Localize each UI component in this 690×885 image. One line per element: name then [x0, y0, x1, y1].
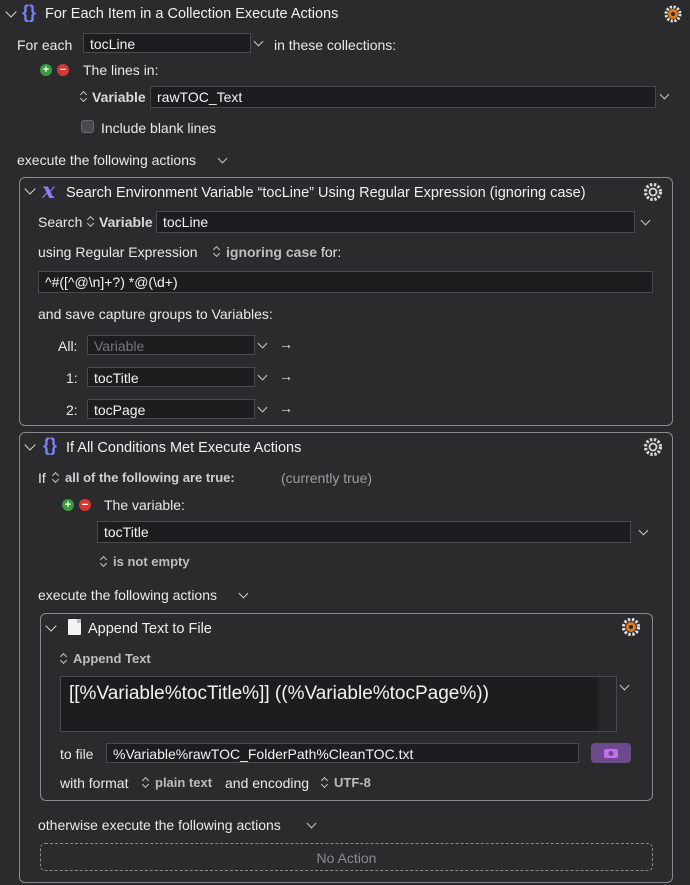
chevron-down-icon[interactable]: [217, 153, 228, 164]
capture-2-field[interactable]: tocPage: [87, 399, 255, 419]
for-label: for:: [321, 244, 342, 260]
capture-label-all: All:: [58, 338, 78, 354]
for-each-variable-field[interactable]: tocLine: [83, 33, 251, 53]
gear-icon[interactable]: [642, 436, 664, 458]
arrow-right-icon[interactable]: →: [279, 336, 293, 352]
arrow-right-icon[interactable]: →: [279, 368, 293, 384]
add-collection-icon[interactable]: +: [40, 64, 52, 76]
action-title: For Each Item in a Collection Execute Ac…: [45, 6, 339, 22]
include-blank-label: Include blank lines: [101, 120, 217, 136]
remove-condition-icon[interactable]: −: [79, 499, 91, 511]
include-blank-checkbox[interactable]: [81, 120, 94, 133]
braces-icon: {}: [43, 435, 58, 455]
gear-icon[interactable]: [663, 4, 683, 24]
updown-arrows-icon[interactable]: [142, 775, 150, 789]
source-variable-field[interactable]: rawTOC_Text: [150, 86, 656, 108]
arrow-right-icon[interactable]: →: [279, 400, 293, 416]
execute-actions-label: execute the following actions: [17, 152, 196, 168]
file-path-field[interactable]: %Variable%rawTOC_FolderPath%CleanTOC.txt: [106, 743, 579, 763]
encoding-popup[interactable]: UTF-8: [334, 775, 371, 790]
gear-icon[interactable]: [642, 181, 664, 203]
capture-groups-label: and save capture groups to Variables:: [38, 306, 273, 322]
append-text-area[interactable]: [[%Variable%tocTitle%]] ((%Variable%tocP…: [60, 676, 617, 732]
updown-arrows-icon[interactable]: [213, 244, 221, 258]
search-label: Search: [38, 214, 83, 230]
for-each-label: For each: [17, 37, 73, 53]
updown-arrows-icon[interactable]: [60, 651, 68, 665]
capture-label-1: 1:: [66, 370, 78, 386]
capture-all-field[interactable]: Variable: [87, 335, 255, 355]
updown-arrows-icon[interactable]: [100, 554, 108, 568]
document-icon: [68, 619, 81, 635]
search-source-field[interactable]: tocLine: [156, 211, 635, 233]
lines-in-label: The lines in:: [83, 62, 159, 78]
camera-icon: [604, 749, 618, 758]
case-option-popup[interactable]: ignoring case: [226, 244, 317, 260]
condition-variable-field[interactable]: tocTitle: [97, 521, 631, 543]
remove-collection-icon[interactable]: −: [57, 64, 69, 76]
regex-field[interactable]: ^#([^@\n]+?) *@(\d+): [38, 271, 653, 293]
append-action-title: Append Text to File: [88, 621, 212, 637]
if-label: If: [38, 470, 46, 486]
capture-1-field[interactable]: tocTitle: [87, 367, 255, 387]
add-condition-icon[interactable]: +: [62, 499, 74, 511]
using-regex-label: using Regular Expression: [38, 244, 198, 260]
search-action-title: Search Environment Variable “tocLine” Us…: [66, 185, 586, 201]
updown-arrows-icon[interactable]: [87, 214, 95, 228]
if-execute-label: execute the following actions: [38, 587, 217, 603]
capture-label-2: 2:: [66, 402, 78, 418]
to-file-label: to file: [60, 746, 94, 762]
source-type-popup[interactable]: Variable: [92, 89, 146, 105]
otherwise-label: otherwise execute the following actions: [38, 817, 281, 833]
gear-icon[interactable]: [620, 616, 642, 638]
updown-arrows-icon[interactable]: [52, 470, 60, 484]
append-mode-popup[interactable]: Append Text: [73, 651, 151, 666]
format-popup[interactable]: plain text: [155, 775, 212, 790]
search-source-type-popup[interactable]: Variable: [99, 214, 153, 230]
if-action-title: If All Conditions Met Execute Actions: [66, 440, 302, 456]
collapse-disclosure-icon[interactable]: [5, 6, 17, 18]
condition-mode-popup[interactable]: all of the following are true:: [65, 470, 235, 485]
text-area-scrollbar[interactable]: [598, 677, 616, 731]
variable-condition-label: The variable:: [104, 497, 185, 513]
condition-status: (currently true): [281, 470, 373, 486]
regex-x-icon: x: [42, 178, 56, 204]
condition-test-popup[interactable]: is not empty: [113, 554, 190, 569]
chevron-down-icon[interactable]: [659, 89, 670, 100]
in-collections-label: in these collections:: [274, 37, 397, 53]
with-format-label: with format: [60, 775, 129, 791]
choose-file-button[interactable]: [591, 743, 631, 763]
no-action-placeholder[interactable]: No Action: [40, 843, 653, 871]
updown-arrows-icon[interactable]: [321, 775, 329, 789]
chevron-down-icon[interactable]: [253, 36, 264, 47]
encoding-label: and encoding: [225, 775, 310, 791]
braces-icon: {}: [22, 2, 37, 22]
updown-arrows-icon[interactable]: [80, 89, 88, 103]
